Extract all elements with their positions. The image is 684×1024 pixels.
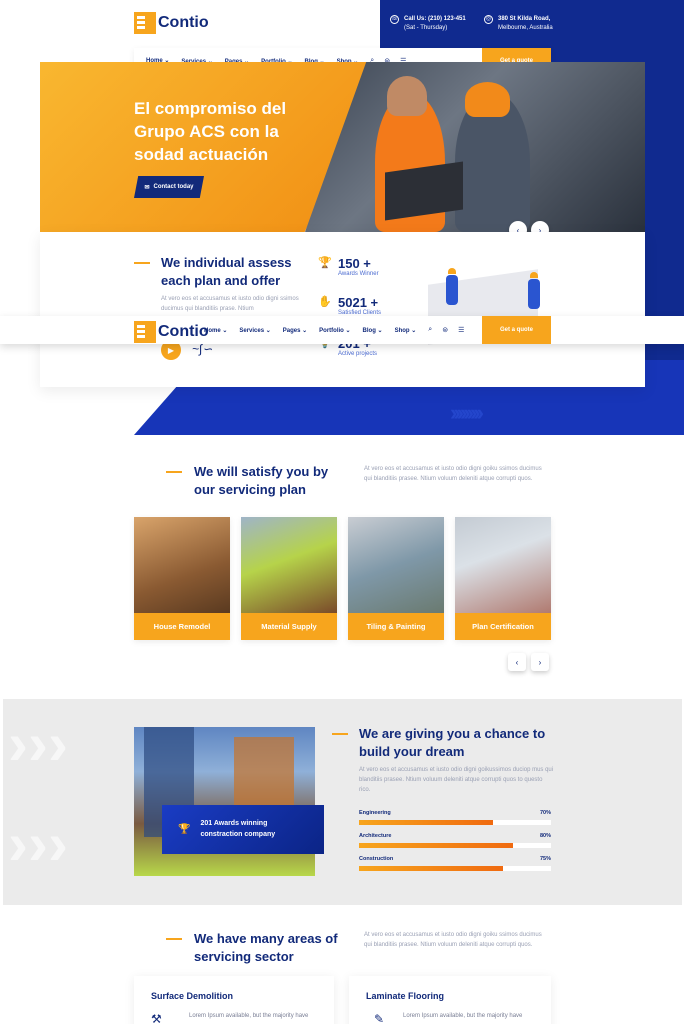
signature-icon: ~∫∽ <box>192 342 213 356</box>
nav-portfolio[interactable]: Portfolio ⌄ <box>319 327 350 334</box>
chevron-decoration: ››› <box>8 810 68 877</box>
logo-icon <box>134 321 156 343</box>
skill-pct: 70% <box>539 810 551 816</box>
skill-label: Architecture <box>359 833 392 839</box>
service-label: Material Supply <box>241 613 337 640</box>
skill-pct: 80% <box>539 833 551 839</box>
cart-icon[interactable]: ⊜ <box>442 326 448 334</box>
nav-home[interactable]: Home ⌄ <box>204 327 227 334</box>
services-title: We will satisfy you by our servicing pla… <box>194 464 329 497</box>
sectors-title: We have many areas of servicing sector <box>194 931 338 964</box>
sector-title: Surface Demolition <box>151 991 234 1001</box>
mail-icon: ✉ <box>144 184 150 191</box>
stat-label: Active projects <box>338 351 378 357</box>
sector-card-laminate-flooring[interactable]: Laminate Flooring ✎ Lorem Ipsum availabl… <box>349 976 551 1024</box>
award-text: 201 Awards winning constraction company <box>200 820 276 838</box>
logo-icon <box>134 12 156 34</box>
title-dash <box>166 938 182 940</box>
brush-icon: ✎ <box>374 1012 385 1024</box>
handshake-icon: ✋ <box>318 296 332 308</box>
hero-title: El compromiso del Grupo ACS con la sodad… <box>134 99 287 164</box>
contact-today-button[interactable]: ✉ Contact today <box>134 176 204 198</box>
assess-text: At vero eos et accusamus et iusto odio d… <box>161 296 299 313</box>
menu-icon[interactable]: ☰ <box>458 326 464 334</box>
skill-architecture: Architecture 80% <box>359 833 551 848</box>
stat-clients: ✋ 5021 + Satisfied Clients <box>318 295 381 316</box>
skill-label: Engineering <box>359 810 391 816</box>
search-icon[interactable]: ⌕ <box>428 326 432 334</box>
sector-text: Lorem Ipsum available, but the majority … <box>403 1013 523 1019</box>
skill-track <box>359 843 551 848</box>
call-info: ☏ Call Us: (210) 123-451 (Sat - Thursday… <box>390 15 466 33</box>
skill-fill <box>359 820 494 825</box>
address-title: 380 St Kilda Road, <box>498 16 551 22</box>
service-card-material-supply[interactable]: Material Supply <box>241 517 337 640</box>
hammer-icon: ⚒ <box>151 1012 162 1024</box>
nav-pages[interactable]: Pages ⌄ <box>283 327 307 334</box>
services-text: At vero eos et accusamus et iusto odio d… <box>364 466 542 483</box>
sectors-text: At vero eos et accusamus et iusto odio d… <box>364 932 542 949</box>
call-sub: (Sat - Thursday) <box>404 25 448 31</box>
skill-fill <box>359 866 503 871</box>
dream-section-bg: ››› ››› <box>3 699 682 905</box>
stat-num: 150 + <box>338 256 371 271</box>
services-prev-button[interactable]: ‹ <box>508 653 526 671</box>
service-label: House Remodel <box>134 613 230 640</box>
nav-blog[interactable]: Blog ⌄ <box>363 327 383 334</box>
skill-label: Construction <box>359 856 394 862</box>
title-dash <box>166 471 182 473</box>
sticky-logo[interactable]: Contio <box>134 321 209 343</box>
address-sub: Melbourne, Australia <box>498 25 553 31</box>
location-icon: ◎ <box>484 15 493 24</box>
stat-num: 5021 + <box>338 295 379 310</box>
service-card-tiling-painting[interactable]: Tiling & Painting <box>348 517 444 640</box>
skill-pct: 75% <box>539 856 551 862</box>
assess-title: We individual assess each plan and offer <box>161 255 292 288</box>
trophy-icon: 🏆 <box>178 824 191 835</box>
sector-title: Laminate Flooring <box>366 991 445 1001</box>
title-dash <box>134 262 150 264</box>
skill-track <box>359 820 551 825</box>
skill-fill <box>359 843 513 848</box>
address-info: ◎ 380 St Kilda Road, Melbourne, Australi… <box>484 15 553 33</box>
service-label: Plan Certification <box>455 613 551 640</box>
services-next-button[interactable]: › <box>531 653 549 671</box>
skill-engineering: Engineering 70% <box>359 810 551 825</box>
nav-services[interactable]: Services ⌄ <box>239 327 270 334</box>
sticky-menu: Home ⌄ Services ⌄ Pages ⌄ Portfolio ⌄ Bl… <box>204 326 474 334</box>
logo-text: Contio <box>158 14 209 31</box>
skill-track <box>359 866 551 871</box>
sector-text: Lorem Ipsum available, but the majority … <box>189 1013 309 1019</box>
service-card-house-remodel[interactable]: House Remodel <box>134 517 230 640</box>
sector-card-surface-demolition[interactable]: Surface Demolition ⚒ Lorem Ipsum availab… <box>134 976 334 1024</box>
service-image <box>455 517 551 613</box>
logo-text: Contio <box>158 323 209 340</box>
skill-construction: Construction 75% <box>359 856 551 871</box>
service-label: Tiling & Painting <box>348 613 444 640</box>
call-title: Call Us: (210) 123-451 <box>404 16 466 22</box>
service-card-plan-certification[interactable]: Plan Certification <box>455 517 551 640</box>
chevron-decoration: ››› <box>8 710 68 777</box>
dream-title: We are giving you a chance to build your… <box>359 726 546 759</box>
phone-icon: ☏ <box>390 15 399 24</box>
stat-label: Awards Winner <box>338 271 379 277</box>
contact-today-label: Contact today <box>153 184 194 190</box>
chevron-decoration: ››››››››› <box>450 400 484 425</box>
logo[interactable]: Contio <box>134 12 209 34</box>
dream-text: At vero eos et accusamus et iusto odio d… <box>359 767 554 794</box>
service-image <box>134 517 230 613</box>
service-image <box>348 517 444 613</box>
award-badge: 🏆 201 Awards winning constraction compan… <box>162 805 324 854</box>
nav-shop[interactable]: Shop ⌄ <box>395 327 417 334</box>
service-image <box>241 517 337 613</box>
trophy-icon: 🏆 <box>318 257 332 269</box>
title-dash <box>332 733 348 735</box>
sticky-quote-button[interactable]: Get a quote <box>482 316 551 344</box>
stat-awards: 🏆 150 + Awards Winner <box>318 256 379 277</box>
